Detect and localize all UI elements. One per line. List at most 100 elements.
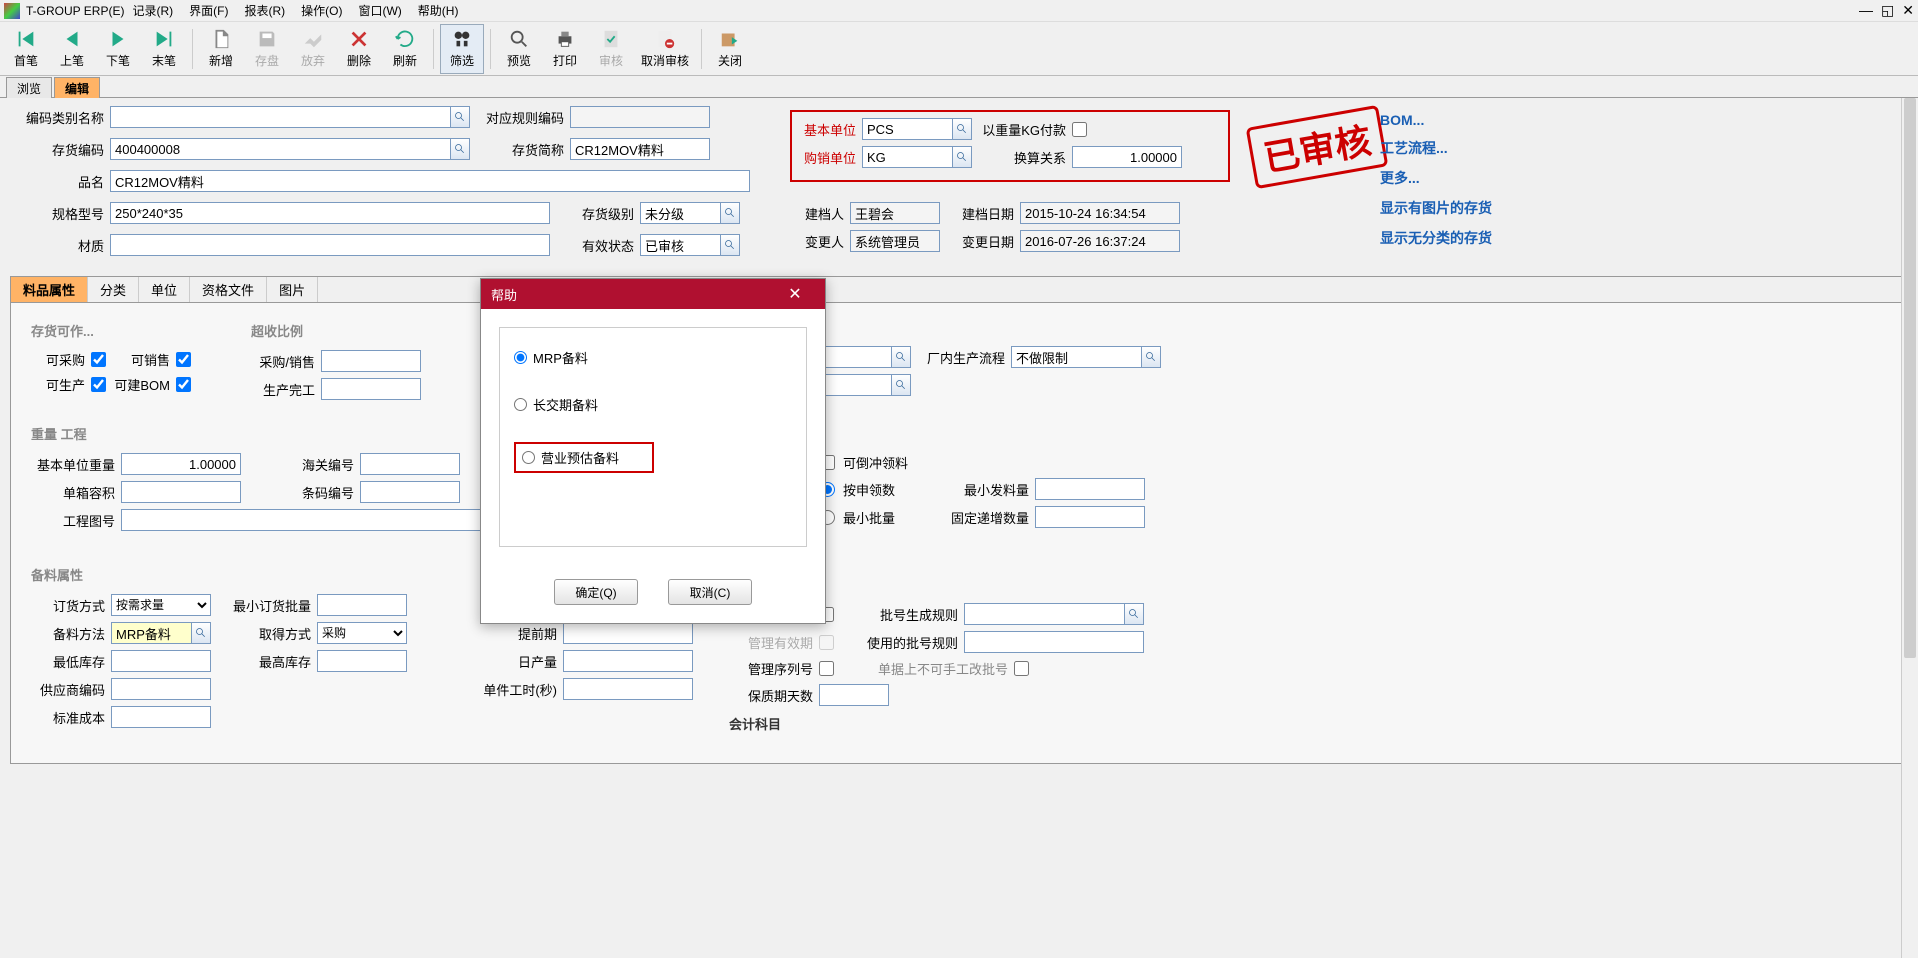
- order-way-select[interactable]: 按需求量: [111, 594, 211, 616]
- chk-no-manual[interactable]: [1014, 661, 1029, 676]
- radio-option-forecast[interactable]: 营业预估备料: [514, 442, 654, 473]
- lead-field[interactable]: [563, 622, 693, 644]
- buy-sell-field[interactable]: [321, 350, 421, 372]
- batch-rule-field[interactable]: [964, 603, 1144, 625]
- tab-browse[interactable]: 浏览: [6, 77, 52, 98]
- link-more[interactable]: 更多...: [1380, 168, 1492, 188]
- name-field[interactable]: [110, 170, 750, 192]
- link-bom[interactable]: BOM...: [1380, 112, 1492, 128]
- new-button[interactable]: 新增: [199, 24, 243, 74]
- lookup-icon[interactable]: [191, 622, 211, 644]
- chk-mng-serial[interactable]: [819, 661, 834, 676]
- last-button[interactable]: 末笔: [142, 24, 186, 74]
- lookup-icon[interactable]: [1124, 603, 1144, 625]
- minimize-icon[interactable]: —: [1859, 2, 1873, 19]
- unaudit-button[interactable]: 取消审核: [635, 24, 695, 74]
- get-way-select[interactable]: 采购: [317, 622, 407, 644]
- dialog-close-icon[interactable]: ✕: [775, 284, 815, 304]
- base-unit-field[interactable]: [862, 118, 972, 140]
- lookup-icon[interactable]: [952, 146, 972, 168]
- close-window-icon[interactable]: ✕: [1902, 2, 1914, 19]
- material-field[interactable]: [110, 234, 550, 256]
- barcode-field[interactable]: [360, 481, 460, 503]
- radio-long[interactable]: [514, 398, 527, 411]
- radio-option-mrp[interactable]: MRP备料: [514, 348, 792, 367]
- inv-abbr-field[interactable]: [570, 138, 710, 160]
- next-button[interactable]: 下笔: [96, 24, 140, 74]
- menu-operate[interactable]: 操作(O): [293, 0, 350, 21]
- inv-level-field[interactable]: [640, 202, 740, 224]
- dtab-qual[interactable]: 资格文件: [190, 277, 267, 302]
- menu-record[interactable]: 记录(R): [124, 0, 181, 21]
- close-button[interactable]: 关闭: [708, 24, 752, 74]
- dtab-image[interactable]: 图片: [267, 277, 318, 302]
- radio-mrp[interactable]: [514, 351, 527, 364]
- customs-field[interactable]: [360, 453, 460, 475]
- menu-interface[interactable]: 界面(F): [181, 0, 236, 21]
- radio-forecast[interactable]: [522, 451, 535, 464]
- ratio-field[interactable]: [1072, 146, 1182, 168]
- filter-button[interactable]: 筛选: [440, 24, 484, 74]
- lookup-icon[interactable]: [450, 106, 470, 128]
- refresh-button[interactable]: 刷新: [383, 24, 427, 74]
- menu-window[interactable]: 窗口(W): [350, 0, 409, 21]
- lookup-icon[interactable]: [952, 118, 972, 140]
- dtab-unit[interactable]: 单位: [139, 277, 190, 302]
- lookup-icon[interactable]: [720, 202, 740, 224]
- min-issue-field[interactable]: [1035, 478, 1145, 500]
- lookup-icon[interactable]: [891, 374, 911, 396]
- chk-sellable[interactable]: [176, 352, 191, 367]
- shelf-days-field[interactable]: [819, 684, 889, 706]
- box-vol-field[interactable]: [121, 481, 241, 503]
- supplier-field[interactable]: [111, 678, 211, 700]
- spec-field[interactable]: [110, 202, 550, 224]
- scrollbar[interactable]: [1901, 98, 1918, 958]
- lookup-icon[interactable]: [720, 234, 740, 256]
- print-button[interactable]: 打印: [543, 24, 587, 74]
- dtab-class[interactable]: 分类: [88, 277, 139, 302]
- chk-produceable[interactable]: [91, 377, 106, 392]
- dialog-cancel-button[interactable]: 取消(C): [668, 579, 752, 605]
- finish-field[interactable]: [321, 378, 421, 400]
- chk-bom[interactable]: [176, 377, 191, 392]
- menu-report[interactable]: 报表(R): [236, 0, 293, 21]
- scroll-thumb[interactable]: [1904, 98, 1916, 658]
- std-cost-field[interactable]: [111, 706, 211, 728]
- chk-buyable[interactable]: [91, 352, 106, 367]
- min-stock-field[interactable]: [111, 650, 211, 672]
- audit-button[interactable]: 审核: [589, 24, 633, 74]
- min-order-field[interactable]: [317, 594, 407, 616]
- dialog-ok-button[interactable]: 确定(Q): [554, 579, 638, 605]
- delete-button[interactable]: 删除: [337, 24, 381, 74]
- status-field[interactable]: [640, 234, 740, 256]
- factory-flow-field[interactable]: [1011, 346, 1161, 368]
- weight-pay-checkbox[interactable]: [1072, 122, 1087, 137]
- stock-method-field[interactable]: [111, 622, 211, 644]
- lookup-icon[interactable]: [1141, 346, 1161, 368]
- first-button[interactable]: 首笔: [4, 24, 48, 74]
- dialog-title-bar[interactable]: 帮助 ✕: [481, 279, 825, 309]
- radio-option-long[interactable]: 长交期备料: [514, 395, 792, 414]
- lookup-icon[interactable]: [450, 138, 470, 160]
- link-process[interactable]: 工艺流程...: [1380, 138, 1492, 158]
- fixed-inc-field[interactable]: [1035, 506, 1145, 528]
- used-batch-rule-field[interactable]: [964, 631, 1144, 653]
- code-class-field[interactable]: [110, 106, 470, 128]
- prev-button[interactable]: 上笔: [50, 24, 94, 74]
- save-button[interactable]: 存盘: [245, 24, 289, 74]
- max-stock-field[interactable]: [317, 650, 407, 672]
- link-show-noclass[interactable]: 显示无分类的存货: [1380, 228, 1492, 248]
- link-show-img[interactable]: 显示有图片的存货: [1380, 198, 1492, 218]
- sale-unit-field[interactable]: [862, 146, 972, 168]
- discard-button[interactable]: 放弃: [291, 24, 335, 74]
- lookup-icon[interactable]: [891, 346, 911, 368]
- base-weight-field[interactable]: [121, 453, 241, 475]
- menu-help[interactable]: 帮助(H): [410, 0, 467, 21]
- tab-edit[interactable]: 编辑: [54, 77, 100, 98]
- inv-code-field[interactable]: [110, 138, 470, 160]
- daily-field[interactable]: [563, 650, 693, 672]
- unit-time-field[interactable]: [563, 678, 693, 700]
- restore-icon[interactable]: ◱: [1881, 2, 1894, 19]
- dtab-item-attr[interactable]: 料品属性: [11, 277, 88, 302]
- preview-button[interactable]: 预览: [497, 24, 541, 74]
